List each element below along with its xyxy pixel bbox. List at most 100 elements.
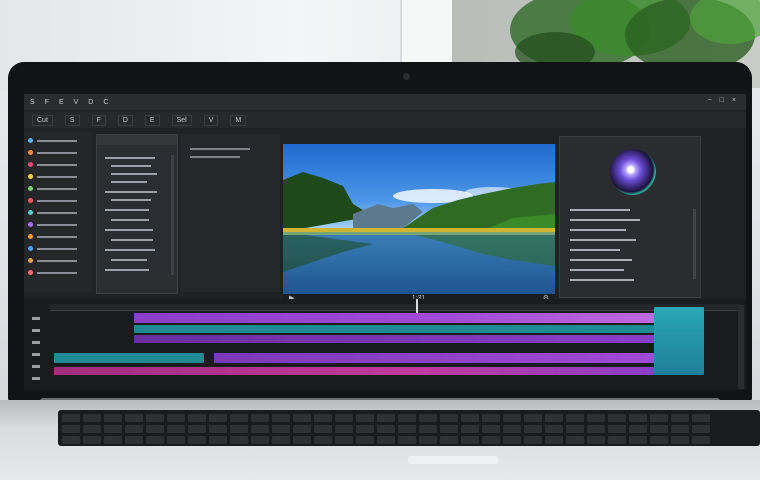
effects-panel <box>559 136 701 298</box>
dot-icon <box>28 234 33 239</box>
dot-icon <box>28 186 33 191</box>
timeline-clip[interactable] <box>54 353 204 363</box>
dot-icon <box>28 162 33 167</box>
tree-item[interactable] <box>111 239 153 241</box>
photo-scene: S F E V D C − □ × Cut S F D E Sel V M 1:… <box>0 0 760 480</box>
tree-item[interactable] <box>105 249 155 251</box>
track-icon[interactable] <box>32 365 40 368</box>
panel-header <box>97 135 177 145</box>
panel-header <box>180 134 280 146</box>
tree-item[interactable] <box>111 259 147 261</box>
webcam <box>403 73 410 80</box>
sidebar-item[interactable] <box>28 234 77 239</box>
toolbar-button[interactable]: M <box>230 114 247 126</box>
timeline-scrollbar[interactable] <box>738 305 744 389</box>
tree-item[interactable] <box>111 199 151 201</box>
toolbar-button[interactable]: V <box>203 114 219 126</box>
laptop-screen: S F E V D C − □ × Cut S F D E Sel V M 1:… <box>24 94 746 390</box>
track-icon[interactable] <box>32 377 40 380</box>
tree-item[interactable] <box>111 165 151 167</box>
tree-item[interactable] <box>111 181 147 183</box>
sidebar-item[interactable] <box>28 198 77 203</box>
timeline-clip[interactable] <box>54 367 654 375</box>
effect-row[interactable] <box>570 239 636 241</box>
trackpad-edge <box>408 456 498 464</box>
tree-item[interactable] <box>105 229 153 231</box>
effect-row[interactable] <box>570 229 626 231</box>
timeline-clip[interactable] <box>214 353 664 363</box>
dot-icon <box>28 198 33 203</box>
tree-item[interactable] <box>105 209 149 211</box>
effect-row[interactable] <box>570 219 640 221</box>
sidebar-item[interactable] <box>28 246 77 251</box>
sidebar-item[interactable] <box>28 186 77 191</box>
water-reflection <box>283 232 555 272</box>
effect-row[interactable] <box>570 279 634 281</box>
dot-icon <box>28 246 33 251</box>
media-browser <box>96 134 178 294</box>
close-icon[interactable]: × <box>732 97 736 104</box>
scrollbar[interactable] <box>171 155 174 275</box>
menu-item[interactable]: S <box>30 99 35 106</box>
track-icon[interactable] <box>32 329 40 332</box>
menu-item[interactable]: E <box>59 99 64 106</box>
effect-row[interactable] <box>570 259 632 261</box>
timeline-ruler[interactable] <box>50 304 740 311</box>
maximize-icon[interactable]: □ <box>720 97 724 104</box>
toolbar: Cut S F D E Sel V M <box>24 112 746 128</box>
menu-item[interactable]: V <box>74 99 79 106</box>
tree-item[interactable] <box>111 219 149 221</box>
timeline-clip[interactable] <box>134 313 664 323</box>
track-icon[interactable] <box>32 341 40 344</box>
toolbar-button[interactable]: D <box>117 114 133 126</box>
property-row[interactable] <box>190 148 250 150</box>
key-row <box>62 436 710 444</box>
sidebar-item[interactable] <box>28 138 77 143</box>
left-sidebar <box>24 132 92 292</box>
dot-icon <box>28 138 33 143</box>
effect-row[interactable] <box>570 269 624 271</box>
sidebar-item[interactable] <box>28 222 77 227</box>
toolbar-button[interactable]: F <box>91 114 106 126</box>
sidebar-item[interactable] <box>28 258 77 263</box>
dot-icon <box>28 174 33 179</box>
video-preview[interactable] <box>283 144 555 294</box>
tree-item[interactable] <box>105 191 157 193</box>
timeline-clip[interactable] <box>134 335 664 343</box>
key-row <box>62 414 710 422</box>
sidebar-item[interactable] <box>28 150 77 155</box>
menubar: S F E V D C − □ × <box>24 94 746 110</box>
timeline-clip[interactable] <box>654 307 704 375</box>
properties-panel <box>180 134 280 292</box>
dot-icon <box>28 270 33 275</box>
menu-item[interactable]: F <box>45 99 49 106</box>
sidebar-item[interactable] <box>28 210 77 215</box>
toolbar-button[interactable]: Sel <box>171 114 192 126</box>
color-wheel[interactable] <box>610 149 656 195</box>
effect-row[interactable] <box>570 209 630 211</box>
window-controls: − □ × <box>708 97 736 104</box>
track-icon[interactable] <box>32 353 40 356</box>
playhead[interactable] <box>416 299 418 314</box>
minimize-icon[interactable]: − <box>708 97 712 104</box>
timeline <box>24 299 746 390</box>
toolbar-button[interactable]: S <box>64 114 80 126</box>
key-row <box>62 425 710 433</box>
menu-item[interactable]: D <box>88 99 93 106</box>
menu-item[interactable]: C <box>103 99 108 106</box>
toolbar-button[interactable]: E <box>144 114 160 126</box>
sidebar-item[interactable] <box>28 270 77 275</box>
scrollbar[interactable] <box>693 209 696 279</box>
tree-item[interactable] <box>111 173 157 175</box>
tree-item[interactable] <box>105 157 155 159</box>
timeline-clip[interactable] <box>134 325 664 333</box>
track-headers <box>26 309 48 389</box>
toolbar-button[interactable]: Cut <box>32 114 53 126</box>
effect-row[interactable] <box>570 249 620 251</box>
sidebar-item[interactable] <box>28 162 77 167</box>
tree-item[interactable] <box>105 269 149 271</box>
track-icon[interactable] <box>32 317 40 320</box>
sidebar-item[interactable] <box>28 174 77 179</box>
keyboard <box>58 410 760 446</box>
property-row[interactable] <box>190 156 240 158</box>
